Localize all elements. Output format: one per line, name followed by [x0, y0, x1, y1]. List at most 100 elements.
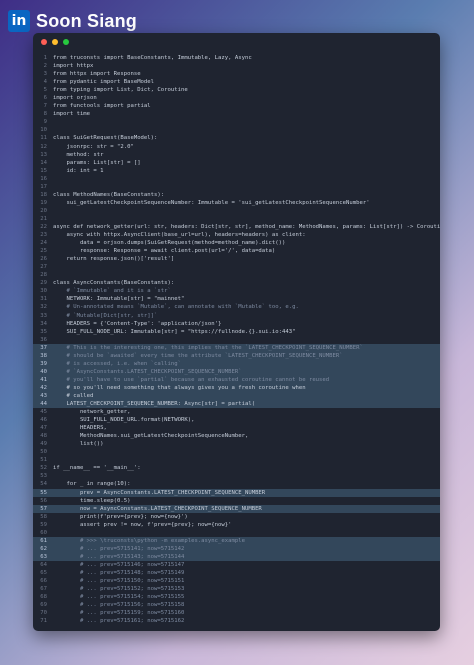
maximize-dot-icon[interactable] [63, 39, 69, 45]
code-text: # so you'll need something that always g… [53, 384, 306, 391]
code-text: import httpx [53, 63, 94, 70]
author-name[interactable]: Soon Siang [36, 11, 137, 32]
line-number: 39 [40, 360, 47, 367]
line-number: 17 [40, 183, 47, 190]
code-line: 4 from pydantic import BaseModel [33, 78, 440, 86]
code-editor: 1 from truconsts import BaseConstants, Im… [33, 54, 440, 625]
line-number: 10 [40, 127, 47, 134]
code-line: 65 # ... prev=5715148; now=5715149 [33, 569, 440, 577]
minimize-dot-icon[interactable] [52, 39, 58, 45]
code-line: 1 from truconsts import BaseConstants, Im… [33, 54, 440, 62]
code-text: network_getter, [53, 409, 131, 416]
line-number: 4 [43, 79, 47, 86]
code-line: 60 [33, 529, 440, 537]
code-text: # `Mutable[Dict[str, str]]` [53, 312, 158, 319]
line-number: 21 [40, 215, 47, 222]
code-text: # `Immutable` and it is a `str` [53, 288, 171, 295]
line-number: 25 [40, 248, 47, 255]
line-number: 68 [40, 594, 47, 601]
code-text: # ... prev=5715143; now=5715144 [53, 553, 185, 560]
line-number: 69 [40, 602, 47, 609]
close-dot-icon[interactable] [41, 39, 47, 45]
code-line: 7 from functools import partial [33, 102, 440, 110]
line-number: 33 [40, 312, 47, 319]
code-text: # ... prev=5715148; now=5715149 [53, 570, 185, 576]
line-number: 35 [40, 328, 47, 335]
code-line: 62 # ... prev=5715141; now=5715142 [33, 544, 440, 553]
code-line: 11 class SuiGetRequest(BaseModel): [33, 134, 440, 142]
code-line: 16 [33, 175, 440, 183]
code-text: assert prev != now, f'prev={prev}; now={… [53, 521, 232, 528]
code-text: MethodNames.sui_getLatestCheckpointSeque… [53, 433, 249, 440]
code-text: # ... prev=5715141; now=5715142 [53, 545, 185, 552]
code-line: 50 [33, 448, 440, 456]
code-text: HEADERS, [53, 425, 107, 432]
code-line: 69 # ... prev=5715156; now=5715158 [33, 601, 440, 609]
line-number: 65 [40, 570, 47, 576]
linkedin-logo-icon[interactable]: in [8, 10, 30, 32]
code-line: 52 if __name__ == '__main__': [33, 464, 440, 472]
code-text: NETWORK: Immutable[str] = "mainnet" [53, 296, 185, 303]
line-number: 41 [40, 376, 47, 383]
line-number: 16 [40, 175, 47, 182]
code-line: 9 [33, 118, 440, 126]
code-text: class AsyncConstants(BaseConstants): [53, 280, 175, 287]
line-number: 31 [40, 296, 47, 303]
code-line: 5 from typing import List, Dict, Coroutin… [33, 86, 440, 94]
code-text: # ... prev=5715154; now=5715155 [53, 594, 185, 601]
code-text: # `AsyncConstants.LATEST_CHECKPOINT_SEQU… [53, 368, 242, 375]
line-number: 44 [40, 401, 47, 408]
code-line: 51 [33, 456, 440, 464]
line-number: 20 [40, 207, 47, 214]
code-text: data = orjson.dumps(SuiGetRequest(method… [53, 240, 286, 247]
code-line: 27 [33, 263, 440, 271]
line-number: 54 [40, 481, 47, 488]
line-number: 62 [40, 545, 47, 552]
code-text: for _ in range(10): [53, 481, 131, 488]
code-line: 55 prev = AsyncConstants.LATEST_CHECKPOI… [33, 488, 440, 497]
code-line: 6 import orjson [33, 94, 440, 102]
code-line: 35 SUI_FULL_NODE_URL: Immutable[str] = "… [33, 328, 440, 336]
code-text: from functools import partial [53, 103, 151, 110]
line-number: 26 [40, 256, 47, 263]
code-line: 25 response: Response = await client.pos… [33, 247, 440, 255]
line-number: 49 [40, 441, 47, 448]
code-line: 26 return response.json()['result'] [33, 255, 440, 263]
code-line: 15 id: int = 1 [33, 167, 440, 175]
code-line: 3 from httpx import Response [33, 70, 440, 78]
line-number: 61 [40, 537, 47, 544]
line-number: 70 [40, 610, 47, 617]
line-number: 13 [40, 151, 47, 158]
line-number: 15 [40, 167, 47, 174]
line-number: 37 [40, 344, 47, 351]
code-text: from typing import List, Dict, Coroutine [53, 87, 188, 94]
code-line: 53 [33, 472, 440, 480]
code-text: jsonrpc: str = "2.0" [53, 143, 134, 150]
code-text: time.sleep(0.5) [53, 497, 131, 504]
code-text: # Un-annotated means `Mutable`, can anno… [53, 304, 299, 311]
line-number: 48 [40, 433, 47, 440]
line-number: 42 [40, 384, 47, 391]
line-number: 5 [43, 87, 47, 94]
line-number: 55 [40, 489, 47, 496]
line-number: 12 [40, 143, 47, 150]
code-text: class SuiGetRequest(BaseModel): [53, 135, 158, 142]
code-text: # ... prev=5715146; now=5715147 [53, 561, 185, 568]
code-text: # ... prev=5715156; now=5715158 [53, 602, 185, 609]
line-number: 29 [40, 280, 47, 287]
code-line: 40 # `AsyncConstants.LATEST_CHECKPOINT_S… [33, 367, 440, 376]
line-number: 23 [40, 232, 47, 239]
code-text: # This is the interesting one, this impl… [53, 344, 363, 351]
line-number: 45 [40, 409, 47, 416]
code-text: return response.json()['result'] [53, 256, 175, 263]
code-line: 12 jsonrpc: str = "2.0" [33, 143, 440, 151]
line-number: 43 [40, 392, 47, 399]
code-line: 42 # so you'll need something that alway… [33, 383, 440, 392]
code-line: 63 # ... prev=5715143; now=5715144 [33, 552, 440, 561]
code-line: 68 # ... prev=5715154; now=5715155 [33, 593, 440, 601]
line-number: 6 [43, 95, 47, 102]
code-line: 18 class MethodNames(BaseConstants): [33, 191, 440, 199]
code-text: # >>> \truconsts\python -m examples.asyn… [53, 537, 245, 544]
code-text: now = AsyncConstants.LATEST_CHECKPOINT_S… [53, 505, 262, 512]
code-line: 44 LATEST_CHECKPOINT_SEQUENCE_NUMBER: As… [33, 400, 440, 409]
